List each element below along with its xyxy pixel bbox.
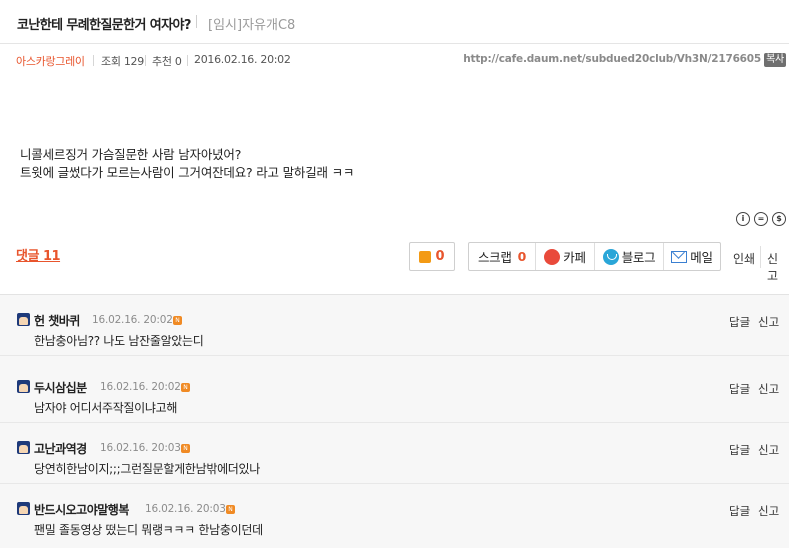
comment-reply-button[interactable]: 답글	[729, 442, 750, 458]
comment-reply-button[interactable]: 답글	[729, 314, 750, 330]
comment-report-button[interactable]: 신고	[758, 381, 779, 397]
post-title-row: 코난한테 무례한질문한거 여자야? [임시]자유개C8	[0, 0, 789, 44]
comment-report-button[interactable]: 신고	[758, 314, 779, 330]
recommend-count: 추천 0	[152, 55, 182, 68]
mail-icon	[671, 250, 688, 263]
blog-icon	[602, 248, 619, 265]
meta-divider	[187, 55, 188, 66]
copy-url-button[interactable]: 복사	[764, 53, 786, 67]
meta-divider	[145, 55, 146, 66]
attribution-icon: i	[736, 212, 750, 226]
like-count: 0	[435, 249, 445, 264]
post-body-line: 트윗에 글썼다가 모르는사람이 그거여잔데요? 라고 말하길래 ㅋㅋ	[20, 165, 355, 180]
share-cafe-button[interactable]: 카페	[536, 243, 595, 270]
commenter-avatar-icon	[17, 313, 30, 326]
new-badge-icon: N	[181, 383, 190, 392]
title-divider	[196, 15, 197, 28]
no-derivatives-icon: =	[754, 212, 768, 226]
comment-count-link[interactable]: 댓글 11	[16, 245, 61, 264]
comment-reply-button[interactable]: 답글	[729, 503, 750, 519]
share-toolbar: 스크랩 0 카페 블로그 메일	[468, 242, 721, 271]
share-blog-button[interactable]: 블로그	[595, 243, 664, 270]
post-title: 코난한테 무례한질문한거 여자야?	[17, 18, 191, 33]
ccl-license-icons: i = $	[736, 212, 786, 226]
comment-text: 팬밀 졸동영상 떴는디 뭐랭ㅋㅋㅋ 한남충이던데	[34, 523, 263, 537]
commenter-avatar-icon	[17, 502, 30, 515]
new-badge-icon: N	[173, 316, 182, 325]
action-divider	[760, 246, 761, 268]
view-count: 조회 129	[101, 55, 144, 68]
mail-label: 메일	[690, 250, 713, 265]
print-button[interactable]: 인쇄	[733, 250, 755, 267]
comment-report-button[interactable]: 신고	[758, 503, 779, 519]
comment-date: 16.02.16. 20:02	[100, 381, 181, 393]
post-author-link[interactable]: 아스카랑그레이	[16, 53, 85, 69]
scrap-label: 스크랩	[477, 250, 512, 265]
comment-item: 두시삼십분 16.02.16. 20:02 N 남자야 어디서주작질이냐고해 답…	[0, 362, 789, 423]
post-body-line: 니콜세르징거 가슴질문한 사람 남자아녔어?	[20, 147, 242, 162]
comment-text: 한남충아님?? 나도 남잔줄알았는디	[34, 334, 204, 348]
share-mail-button[interactable]: 메일	[664, 243, 720, 270]
comment-item: 고난과역경 16.02.16. 20:03 N 당연히한남이지;;;그런질문할게…	[0, 423, 789, 484]
comment-author[interactable]: 고난과역경	[34, 440, 87, 457]
comment-date: 16.02.16. 20:02	[92, 314, 173, 326]
post-body: 니콜세르징거 가슴질문한 사람 남자아녔어? 트윗에 글썼다가 모르는사람이 그…	[20, 146, 354, 182]
comment-text: 당연히한남이지;;;그런질문할게한남밖에더있나	[34, 462, 261, 476]
comment-author[interactable]: 두시삼십분	[34, 379, 87, 396]
scrap-button[interactable]: 스크랩 0	[469, 243, 536, 270]
post-date: 2016.02.16. 20:02	[194, 53, 291, 66]
comment-date: 16.02.16. 20:03	[145, 503, 226, 515]
commenter-avatar-icon	[17, 380, 30, 393]
scrap-count: 0	[517, 249, 527, 264]
comment-list: 헌 챗바퀴 16.02.16. 20:02 N 한남충아님?? 나도 남잔줄알았…	[0, 294, 789, 548]
new-badge-icon: N	[181, 444, 190, 453]
comment-author[interactable]: 헌 챗바퀴	[34, 312, 80, 329]
post-url[interactable]: http://cafe.daum.net/subdued20club/Vh3N/…	[463, 53, 761, 65]
post-meta: 아스카랑그레이 조회 129 추천 0 2016.02.16. 20:02 ht…	[0, 53, 789, 69]
comment-date: 16.02.16. 20:03	[100, 442, 181, 454]
cafe-icon	[544, 248, 561, 265]
report-post-button[interactable]: 신고	[767, 250, 789, 284]
new-badge-icon: N	[226, 505, 235, 514]
non-commercial-icon: $	[772, 212, 786, 226]
like-button[interactable]: 0	[409, 242, 455, 271]
comment-report-button[interactable]: 신고	[758, 442, 779, 458]
commenter-avatar-icon	[17, 441, 30, 454]
thumbs-up-icon	[419, 250, 432, 263]
comment-item: 반드시오고야말행복 16.02.16. 20:03 N 팬밀 졸동영상 떴는디 …	[0, 484, 789, 545]
meta-divider	[93, 55, 94, 66]
comment-text: 남자야 어디서주작질이냐고해	[34, 401, 178, 415]
comment-author[interactable]: 반드시오고야말행복	[34, 501, 129, 518]
comment-reply-button[interactable]: 답글	[729, 381, 750, 397]
board-name-link[interactable]: [임시]자유개C8	[208, 14, 295, 33]
cafe-label: 카페	[563, 250, 586, 265]
comment-item: 헌 챗바퀴 16.02.16. 20:02 N 한남충아님?? 나도 남잔줄알았…	[0, 295, 789, 356]
blog-label: 블로그	[621, 250, 656, 265]
